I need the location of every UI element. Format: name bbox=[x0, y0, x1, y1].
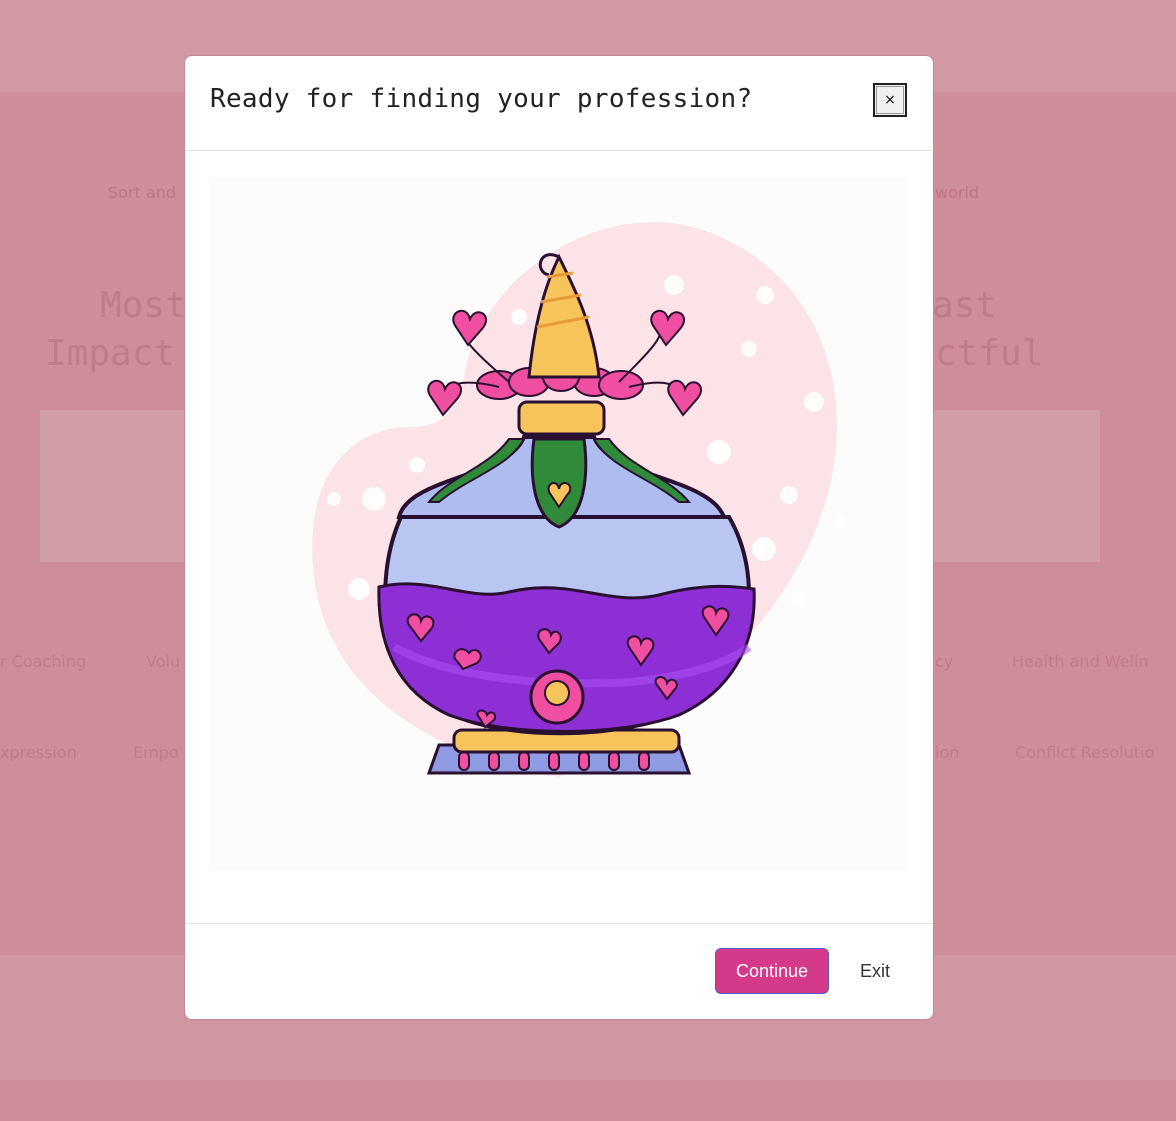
close-button[interactable]: × bbox=[873, 83, 907, 117]
modal-body bbox=[185, 151, 933, 923]
modal-footer: Continue Exit bbox=[185, 923, 933, 1019]
exit-button[interactable]: Exit bbox=[845, 948, 905, 994]
modal-title: Ready for finding your profession? bbox=[210, 84, 753, 114]
potion-illustration-svg bbox=[312, 222, 845, 777]
modal-header: Ready for finding your profession? × bbox=[185, 56, 933, 151]
potion-bottle-illustration bbox=[209, 177, 909, 871]
continue-button[interactable]: Continue bbox=[715, 948, 829, 994]
profession-modal: Ready for finding your profession? × Con… bbox=[184, 55, 934, 1020]
